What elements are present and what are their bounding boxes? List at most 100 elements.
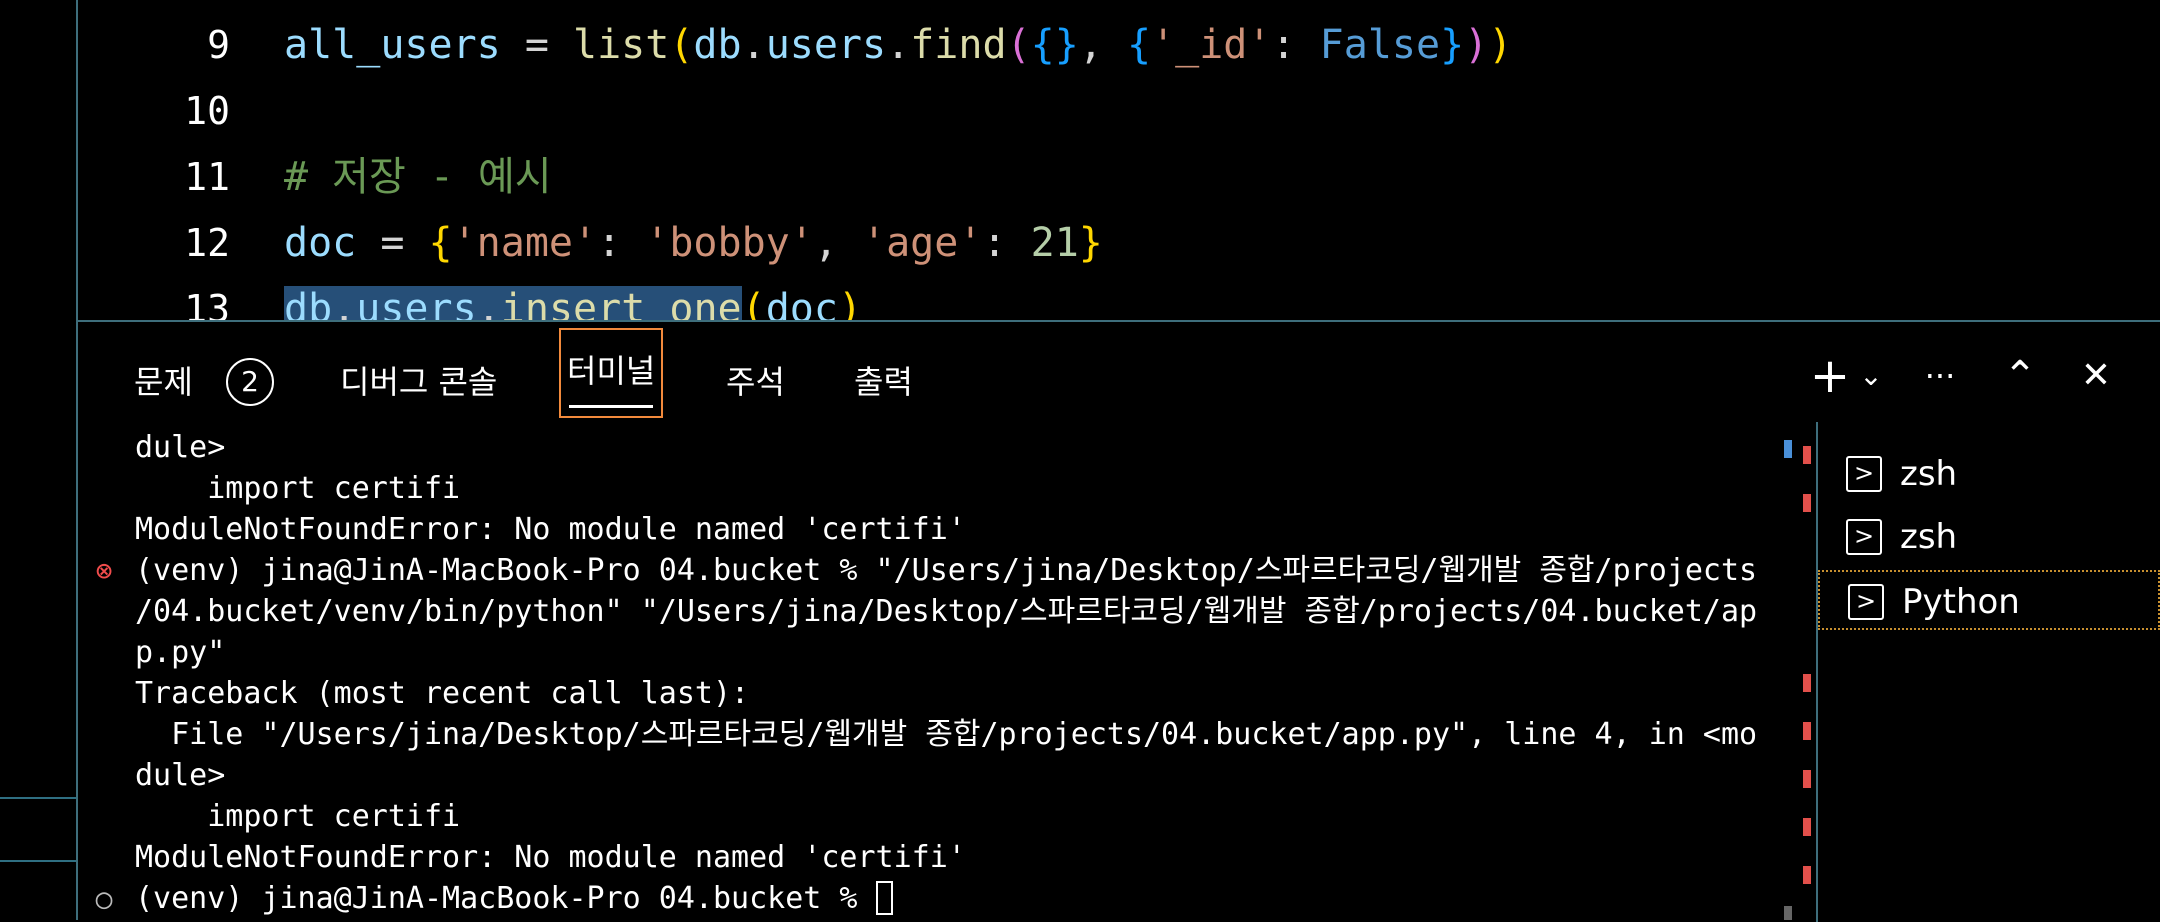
code-token: =	[356, 220, 429, 266]
bottom-panel: 문제 2 디버그 콘솔 터미널 주석 출력 + ⌄ ··· ⌃ ✕ dule> …	[78, 320, 2160, 922]
scroll-marker	[1803, 866, 1811, 884]
code-token: list	[573, 22, 670, 68]
terminal-instance-python[interactable]: > Python	[1818, 570, 2160, 630]
terminal-text: Traceback (most recent call last):	[135, 676, 750, 711]
terminal-text: ModuleNotFoundError: No module named 'ce…	[135, 512, 966, 547]
code-token: {	[428, 220, 453, 266]
terminal-line: ModuleNotFoundError: No module named 'ce…	[135, 837, 966, 878]
code-token: :	[1271, 22, 1320, 68]
panel-tabs: 문제 2 디버그 콘솔 터미널 주석 출력 + ⌄ ··· ⌃ ✕	[78, 322, 2160, 422]
code-line[interactable]: 10	[78, 78, 2078, 144]
code-token: (	[669, 22, 694, 68]
line-number: 12	[184, 221, 230, 265]
active-tab-underline	[569, 405, 654, 408]
code-token: find	[910, 22, 1007, 68]
scroll-marker	[1803, 446, 1811, 464]
tab-debug-console[interactable]: 디버그 콘솔	[340, 354, 497, 410]
code-token: doc	[284, 220, 357, 266]
new-terminal-plus-icon[interactable]: +	[1808, 348, 1852, 404]
terminal-icon: >	[1848, 584, 1884, 620]
terminal-text: (venv) jina@JinA-MacBook-Pro 04.bucket %…	[135, 553, 1758, 588]
divider	[0, 797, 76, 799]
code-line[interactable]: 12 doc = {'name': 'bobby', 'age': 21}	[78, 210, 2078, 276]
terminal-instance-zsh[interactable]: > zsh	[1818, 507, 2160, 567]
code-token: )	[1488, 22, 1513, 68]
scroll-marker	[1803, 674, 1811, 692]
line-number: 9	[207, 23, 230, 67]
terminal-line: /04.bucket/venv/bin/python" "/Users/jina…	[135, 591, 1757, 632]
terminal-text: dule>	[135, 430, 226, 465]
line-code: doc = {'name': 'bobby', 'age': 21}	[284, 210, 1103, 276]
tab-problems[interactable]: 문제	[134, 354, 193, 410]
scroll-marker	[1803, 770, 1811, 788]
code-token: users	[765, 22, 887, 68]
terminal-icon: >	[1846, 456, 1882, 492]
code-editor[interactable]: 9 all_users = list(db.users.find({}, {'_i…	[78, 0, 2160, 320]
code-token: db	[693, 22, 742, 68]
code-token: .	[886, 22, 911, 68]
terminal-tab-list: > zsh > zsh > Python	[1816, 422, 2160, 922]
code-token: (	[1006, 22, 1031, 68]
terminal-text: /04.bucket/venv/bin/python" "/Users/jina…	[135, 594, 1758, 629]
code-token: ,	[1078, 22, 1127, 68]
code-token: =	[500, 22, 573, 68]
code-token: }	[1078, 220, 1103, 266]
terminal-line: ModuleNotFoundError: No module named 'ce…	[135, 509, 966, 550]
line-code: # 저장 - 예시	[284, 144, 552, 210]
problems-count-badge: 2	[226, 358, 274, 406]
code-token: }	[1440, 22, 1465, 68]
tab-comments[interactable]: 주석	[726, 354, 785, 410]
divider	[0, 860, 76, 862]
terminal-line: dule>	[135, 755, 225, 796]
terminal-line: import certifi	[135, 796, 460, 837]
code-token: 'name'	[452, 220, 598, 266]
code-token: # 저장 - 예시	[284, 154, 552, 200]
code-token: 21	[1030, 220, 1079, 266]
chevron-down-icon[interactable]: ⌄	[1854, 348, 1888, 404]
tab-terminal-label: 터미널	[567, 352, 656, 390]
code-token: 'bobby'	[645, 220, 814, 266]
terminal-line: p.py"	[135, 632, 225, 673]
code-token: {	[1126, 22, 1152, 68]
terminal-line: File "/Users/jina/Desktop/스파르타코딩/웹개발 종합/…	[135, 714, 1757, 755]
tab-output[interactable]: 출력	[854, 354, 913, 410]
code-token: insert_one	[500, 286, 742, 320]
scroll-marker	[1784, 440, 1792, 458]
idle-status-icon[interactable]: ○	[92, 878, 116, 919]
terminal-line: (venv) jina@JinA-MacBook-Pro 04.bucket %	[135, 878, 893, 919]
terminal-icon: >	[1846, 519, 1882, 555]
line-number: 10	[184, 89, 230, 133]
tab-terminal[interactable]: 터미널	[559, 328, 664, 418]
terminal-instance-zsh[interactable]: > zsh	[1818, 444, 2160, 504]
terminal-instance-label: zsh	[1900, 454, 1958, 494]
terminal-instance-label: zsh	[1900, 517, 1958, 557]
more-actions-icon[interactable]: ···	[1910, 348, 1970, 404]
code-line[interactable]: 13 db.users.insert_one(doc)	[78, 276, 2078, 320]
line-number: 11	[184, 155, 230, 199]
close-panel-icon[interactable]: ✕	[2074, 348, 2118, 404]
code-line[interactable]: 9 all_users = list(db.users.find({}, {'_i…	[78, 12, 2078, 78]
code-token: db	[284, 286, 333, 320]
terminal-instance-label: Python	[1902, 582, 2020, 622]
line-number: 13	[184, 287, 230, 320]
terminal-text: import certifi	[135, 799, 461, 834]
code-token: )	[1464, 22, 1489, 68]
terminal-text: File "/Users/jina/Desktop/스파르타코딩/웹개발 종합/…	[135, 717, 1758, 752]
error-status-icon[interactable]: ⊗	[92, 550, 116, 591]
code-token: users	[356, 286, 477, 320]
code-token: {}	[1030, 22, 1079, 68]
line-code: db.users.insert_one(doc)	[284, 276, 862, 320]
terminal-text: p.py"	[135, 635, 226, 670]
code-token: doc	[765, 286, 838, 320]
terminal-output[interactable]: dule> import certifi ModuleNotFoundError:…	[78, 422, 1798, 922]
code-token: :	[982, 220, 1031, 266]
maximize-panel-chevron-up-icon[interactable]: ⌃	[1998, 348, 2042, 404]
code-token: ,	[813, 220, 863, 266]
line-code: all_users = list(db.users.find({}, {'_id…	[284, 12, 1512, 78]
activity-bar-edge	[0, 0, 78, 920]
code-token: all_users	[284, 22, 501, 68]
code-line[interactable]: 11 # 저장 - 예시	[78, 144, 2078, 210]
code-token: False	[1319, 22, 1441, 68]
scroll-marker	[1784, 906, 1792, 920]
code-token: 'age'	[862, 220, 983, 266]
